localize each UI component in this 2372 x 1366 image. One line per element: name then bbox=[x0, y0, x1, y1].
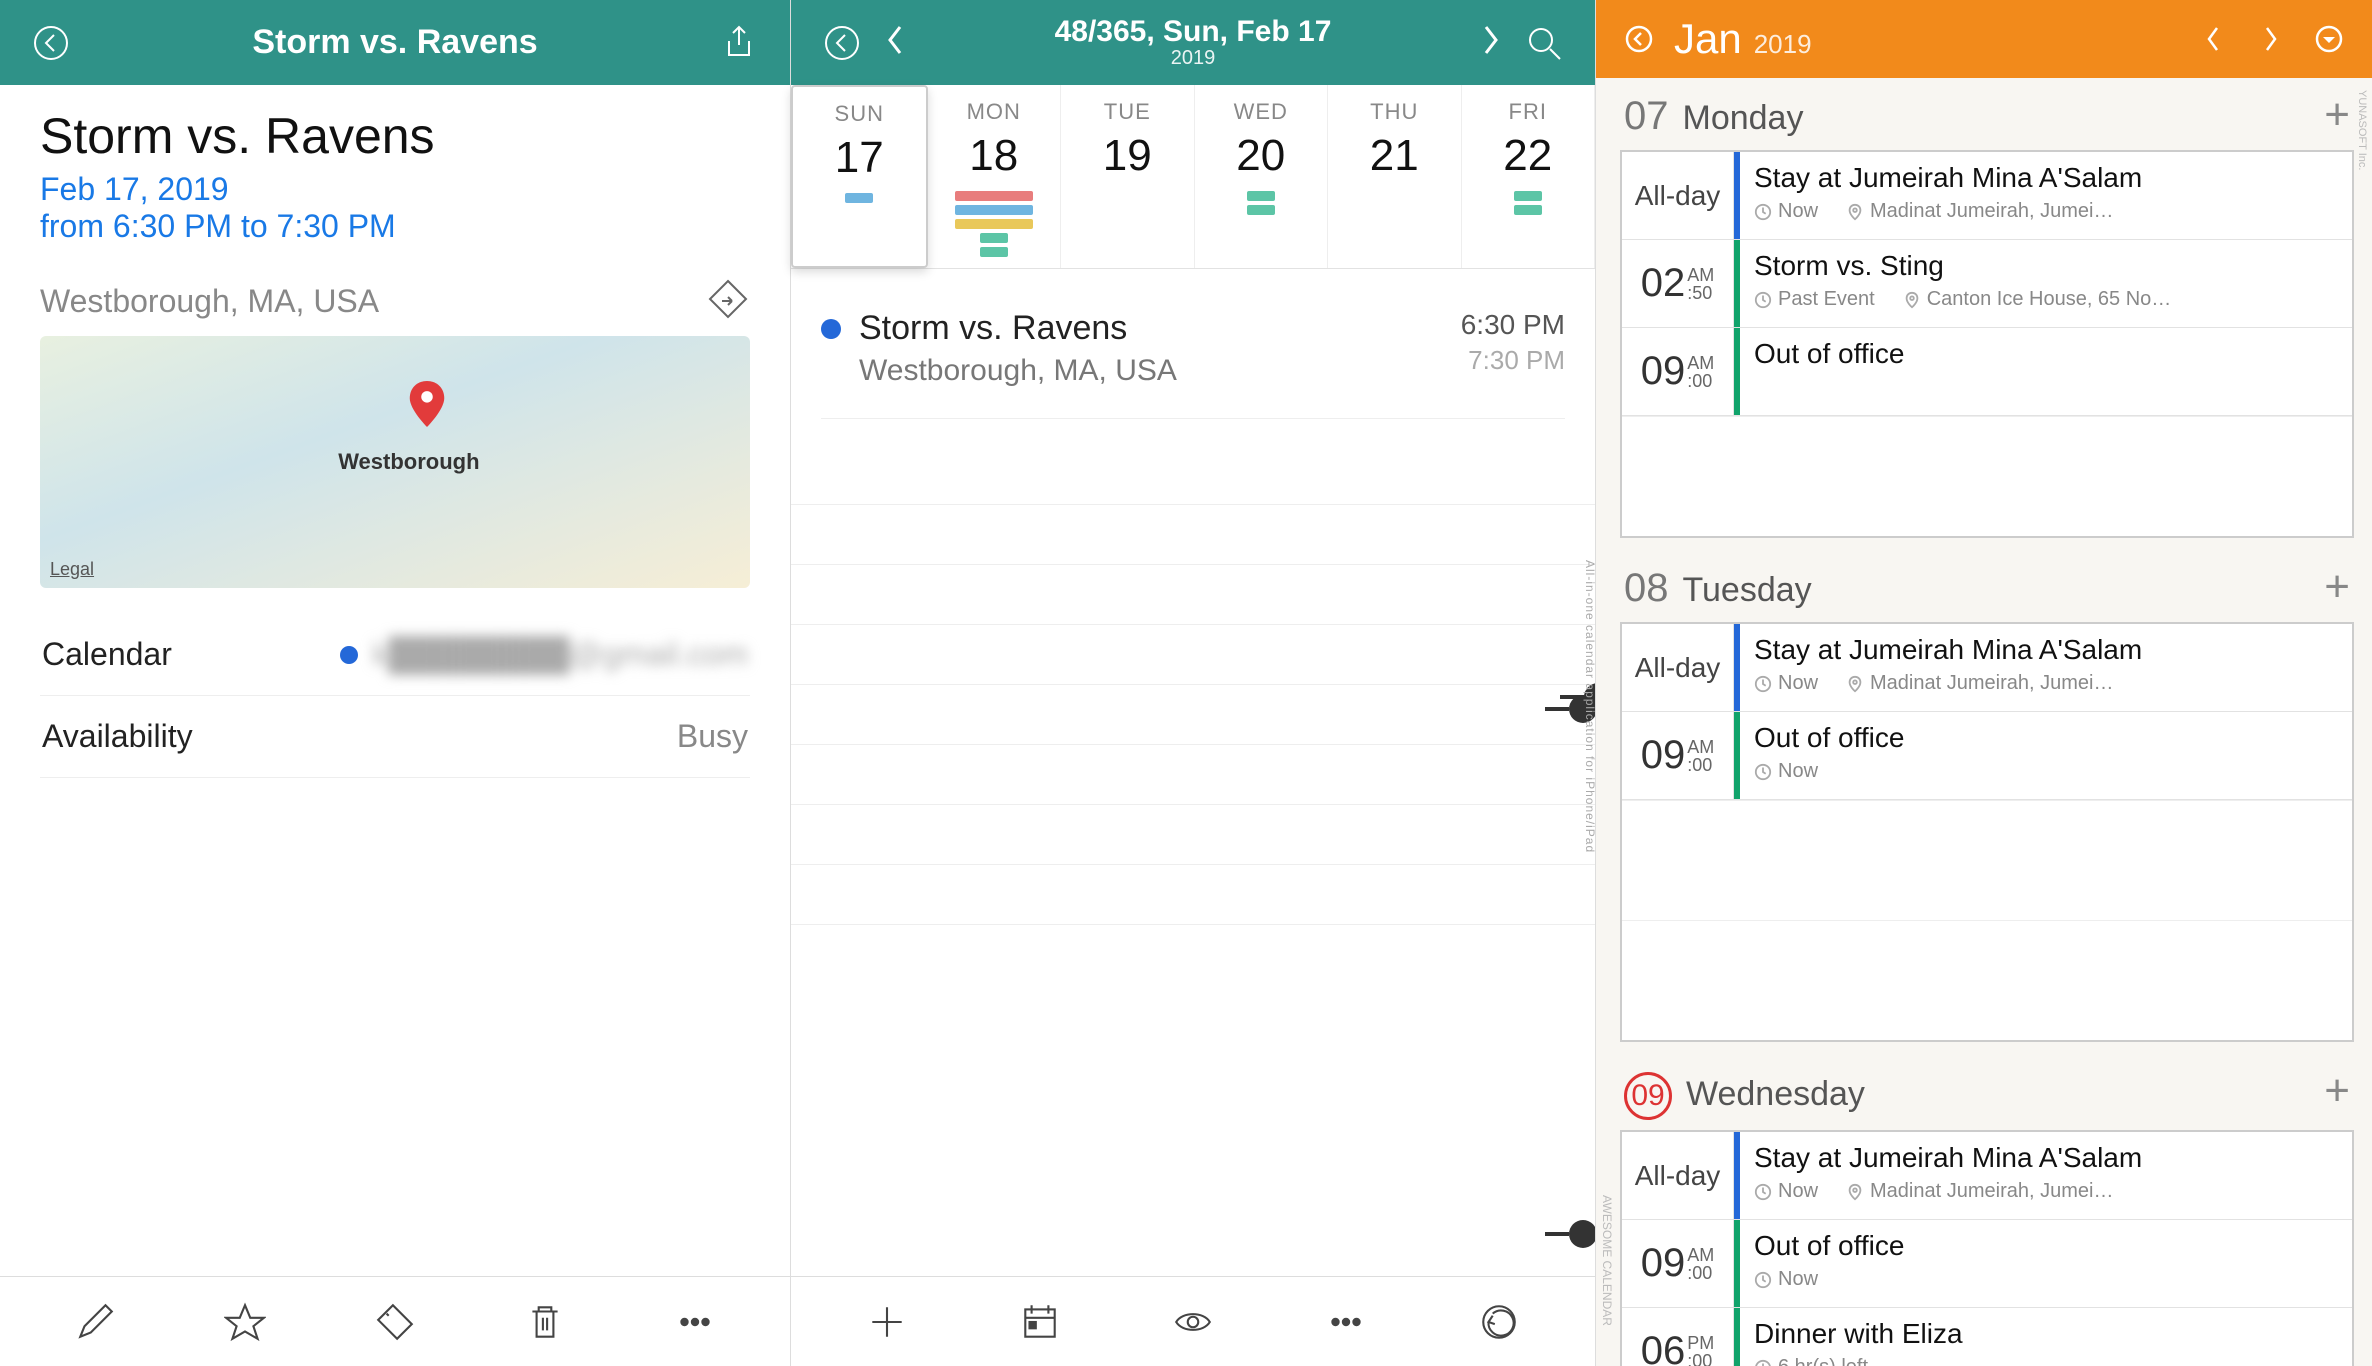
agenda-list: 07 Monday + All-day Stay at Jumeirah Min… bbox=[1596, 78, 2372, 1366]
agenda-slot[interactable]: All-day Stay at Jumeirah Mina A'SalamNow… bbox=[1622, 1132, 2352, 1220]
share-button[interactable] bbox=[712, 16, 766, 70]
prev-day-button[interactable] bbox=[869, 25, 923, 60]
favorite-button[interactable] bbox=[217, 1294, 273, 1350]
agenda-slot[interactable]: 02AM:50 Storm vs. StingPast EventCanton … bbox=[1622, 240, 2352, 328]
event-date: Feb 17, 2019 bbox=[40, 171, 750, 208]
add-event-button[interactable]: + bbox=[2324, 562, 2350, 612]
tag-button[interactable] bbox=[367, 1294, 423, 1350]
header-title: Storm vs. Ravens bbox=[78, 23, 712, 62]
calendar-row[interactable]: Calendar k████████@gmail.com bbox=[40, 614, 750, 696]
agenda-slot[interactable]: 06PM:00 Dinner with Eliza6 hr(s) left bbox=[1622, 1308, 2352, 1366]
availability-value: Busy bbox=[677, 718, 748, 755]
add-event-button[interactable]: + bbox=[2324, 1066, 2350, 1116]
add-event-button[interactable]: + bbox=[2324, 90, 2350, 140]
scroll-handle[interactable] bbox=[1569, 1220, 1597, 1248]
event-color-dot bbox=[821, 319, 841, 339]
day-cell[interactable]: WED20 bbox=[1195, 85, 1329, 268]
back-button[interactable] bbox=[1616, 16, 1662, 62]
year-label: 2019 bbox=[1754, 29, 1812, 60]
next-button[interactable] bbox=[2248, 16, 2294, 62]
day-box: All-day Stay at Jumeirah Mina A'SalamNow… bbox=[1620, 150, 2354, 538]
calendar-email: k████████@gmail.com bbox=[372, 636, 748, 673]
day-cell[interactable]: SUN17 bbox=[791, 85, 928, 268]
day-header: 09 Wednesday + bbox=[1620, 1054, 2354, 1130]
back-button[interactable] bbox=[24, 16, 78, 70]
map-preview[interactable]: Westborough Legal bbox=[40, 336, 750, 588]
agenda-slot[interactable]: All-day Stay at Jumeirah Mina A'SalamNow… bbox=[1622, 152, 2352, 240]
more-button[interactable] bbox=[1318, 1294, 1374, 1350]
day-box: All-day Stay at Jumeirah Mina A'SalamNow… bbox=[1620, 622, 2354, 1042]
edit-button[interactable] bbox=[67, 1294, 123, 1350]
back-button[interactable] bbox=[815, 16, 869, 70]
dropdown-button[interactable] bbox=[2306, 16, 2352, 62]
event-title: Storm vs. Ravens bbox=[40, 107, 750, 165]
day-cell[interactable]: FRI22 bbox=[1462, 85, 1596, 268]
agenda-slot[interactable]: All-day Stay at Jumeirah Mina A'SalamNow… bbox=[1622, 624, 2352, 712]
view-button[interactable] bbox=[1165, 1294, 1221, 1350]
brand-text: AWESOME CALENDAR bbox=[1600, 1195, 1614, 1326]
brand-text: YUNASOFT Inc. bbox=[2356, 90, 2368, 170]
day-box: All-day Stay at Jumeirah Mina A'SalamNow… bbox=[1620, 1130, 2354, 1366]
calendar-color-dot bbox=[340, 646, 358, 664]
event-location: Westborough, MA, USA bbox=[40, 283, 379, 320]
week-strip: SUN17MON18TUE19WED20THU21FRI22 bbox=[791, 85, 1595, 269]
more-button[interactable] bbox=[667, 1294, 723, 1350]
availability-row[interactable]: Availability Busy bbox=[40, 696, 750, 778]
prev-button[interactable] bbox=[2190, 16, 2236, 62]
month-label[interactable]: Jan bbox=[1674, 15, 1742, 63]
day-cell[interactable]: TUE19 bbox=[1061, 85, 1195, 268]
next-day-button[interactable] bbox=[1463, 25, 1517, 60]
day-header: 08 Tuesday + bbox=[1620, 550, 2354, 622]
date-header[interactable]: 48/365, Sun, Feb 17 2019 bbox=[923, 15, 1463, 70]
agenda-slot[interactable]: 09AM:00 Out of officeNow bbox=[1622, 712, 2352, 800]
event-time: from 6:30 PM to 7:30 PM bbox=[40, 208, 750, 245]
map-pin-label: Westborough bbox=[338, 449, 479, 475]
directions-button[interactable] bbox=[706, 277, 750, 326]
day-header: 07 Monday + bbox=[1620, 78, 2354, 150]
map-pin-icon bbox=[409, 381, 445, 432]
undo-button[interactable] bbox=[1471, 1294, 1527, 1350]
add-button[interactable] bbox=[859, 1294, 915, 1350]
map-legal-link[interactable]: Legal bbox=[50, 559, 94, 580]
search-button[interactable] bbox=[1517, 16, 1571, 70]
today-button[interactable] bbox=[1012, 1294, 1068, 1350]
delete-button[interactable] bbox=[517, 1294, 573, 1350]
event-item[interactable]: Storm vs. RavensWestborough, MA, USA 6:3… bbox=[821, 295, 1565, 419]
day-cell[interactable]: THU21 bbox=[1328, 85, 1462, 268]
agenda-slot[interactable]: 09AM:00 Out of office bbox=[1622, 328, 2352, 416]
agenda-slot[interactable]: 09AM:00 Out of officeNow bbox=[1622, 1220, 2352, 1308]
event-list: Storm vs. RavensWestborough, MA, USA 6:3… bbox=[791, 269, 1595, 445]
day-cell[interactable]: MON18 bbox=[928, 85, 1062, 268]
